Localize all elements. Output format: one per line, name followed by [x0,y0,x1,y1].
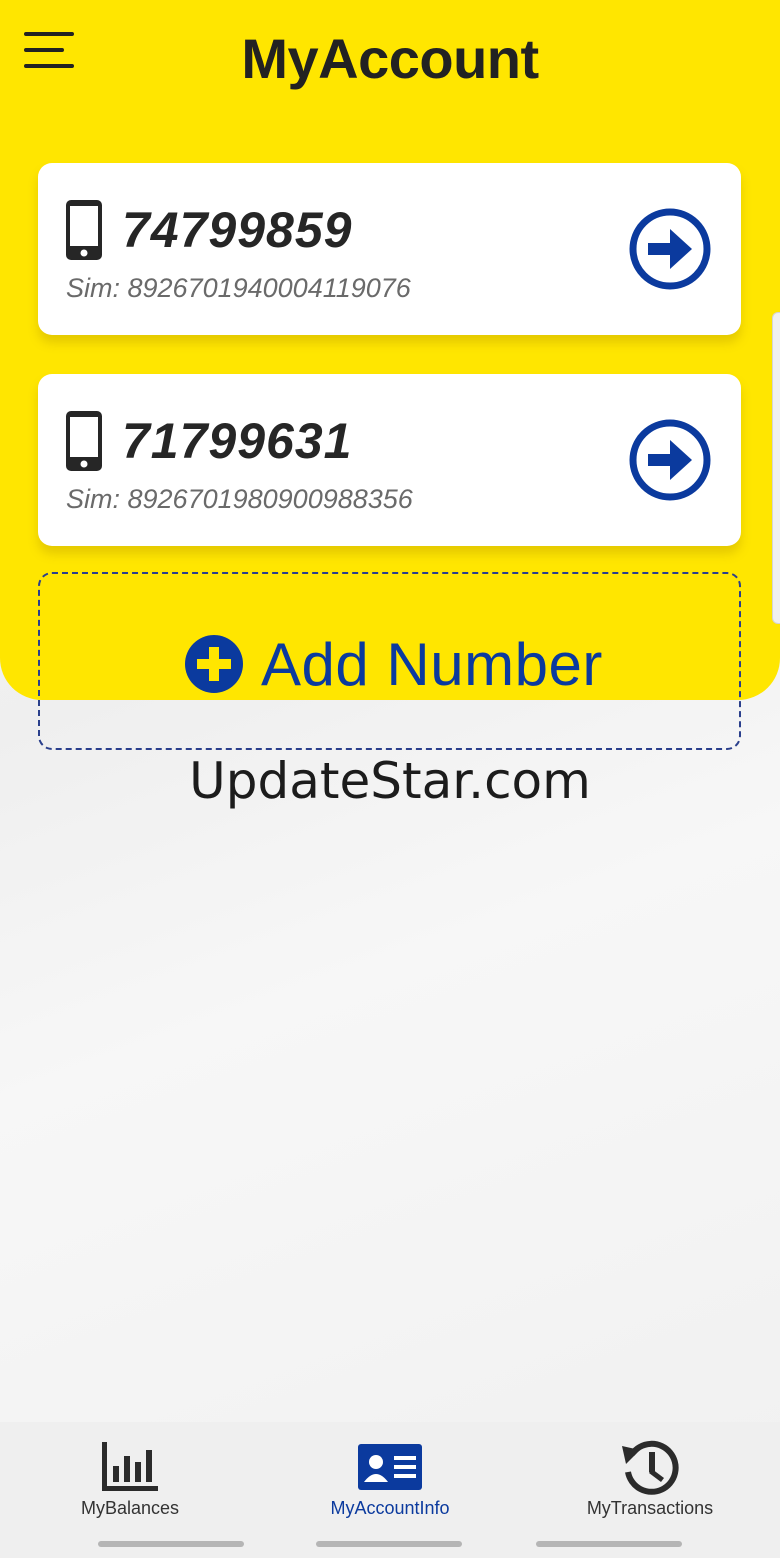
phone-icon [66,200,102,260]
sim-number: Sim: 8926701980900988356 [66,484,413,514]
gesture-indicator [98,1541,244,1547]
phone-icon [66,411,102,471]
nav-label: MyTransactions [586,1498,714,1518]
phone-number: 74799859 [122,202,353,258]
sim-number: Sim: 8926701940004119076 [66,273,411,303]
nav-label: MyAccountInfo [330,1498,450,1518]
nav-item-mytransactions[interactable]: MyTransactions [520,1422,780,1558]
account-card[interactable]: 74799859 Sim: 8926701940004119076 [38,163,741,335]
arrow-right-circle-icon[interactable] [628,418,712,502]
plus-circle-icon [185,635,243,693]
add-number-button[interactable]: Add Number [38,572,741,750]
account-card[interactable]: 71799631 Sim: 8926701980900988356 [38,374,741,546]
history-icon [622,1440,679,1495]
account-card-icon [358,1444,422,1490]
nav-label: MyBalances [80,1498,180,1518]
phone-number: 71799631 [122,413,353,469]
nav-item-myaccountinfo[interactable]: MyAccountInfo [260,1422,520,1558]
arrow-right-circle-icon[interactable] [628,207,712,291]
add-number-label: Add Number [261,631,603,698]
bottom-navigation: MyBalances MyAccountInfo MyTransactions [0,1422,780,1558]
scroll-indicator [772,312,780,624]
watermark-text: UpdateStar.com [189,752,591,810]
gesture-indicator [316,1541,462,1547]
nav-item-mybalances[interactable]: MyBalances [0,1422,260,1558]
gesture-indicator [536,1541,682,1547]
bar-chart-icon [102,1442,158,1491]
page-title: MyAccount [241,27,539,90]
app-screen: MyAccount 74799859 Sim: 8926701940004119… [0,0,780,1558]
